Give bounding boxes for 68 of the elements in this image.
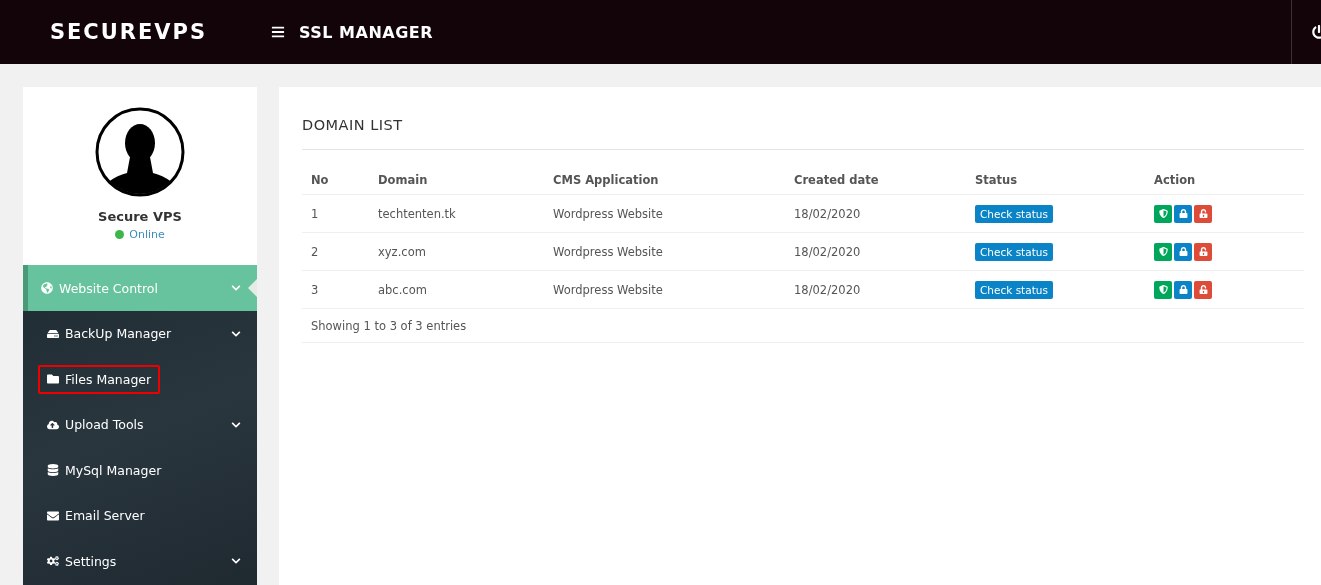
- column-header: No: [310, 173, 330, 187]
- folder-icon: [47, 373, 59, 386]
- status-text: Online: [129, 228, 165, 241]
- table-cell-text: techtenten.tk: [377, 206, 457, 221]
- check-status-button[interactable]: Check status: [975, 242, 1053, 261]
- active-pointer: [248, 279, 257, 297]
- table-cell-text: 3: [310, 282, 320, 297]
- sidebar-item[interactable]: BackUp Manager: [23, 311, 257, 357]
- sidebar-text: Upload Tools: [65, 417, 144, 433]
- gears-icon: [47, 555, 59, 568]
- shield-button[interactable]: [1154, 204, 1172, 223]
- table-cell-text: 1: [310, 206, 320, 221]
- column-header: Created date: [793, 173, 880, 187]
- table-cell-text: xyz.com: [377, 244, 427, 259]
- sidebar-text: Files Manager: [65, 371, 152, 387]
- table-cell-text: Wordpress Website: [552, 244, 664, 259]
- sidebar-item[interactable]: Files Manager: [23, 356, 257, 402]
- panel-title: DOMAIN LIST: [302, 117, 1304, 150]
- sidebar-item[interactable]: Settings: [23, 538, 257, 584]
- shield-icon: [1158, 285, 1168, 294]
- unlock-button[interactable]: [1194, 204, 1212, 223]
- sidebar-text: Website Control: [59, 280, 158, 296]
- sidebar-item[interactable]: Email Server: [23, 493, 257, 539]
- cloud-upload-icon: [47, 418, 59, 431]
- unlock-button[interactable]: [1194, 280, 1212, 299]
- unlock-icon: [1198, 285, 1208, 294]
- lock-icon: [1178, 285, 1188, 294]
- brand-logo: SECUREVPS: [0, 20, 257, 44]
- table-cell-text: 18/02/2020: [793, 244, 862, 259]
- unlock-icon: [1198, 209, 1208, 218]
- column-header: CMS Application: [552, 173, 660, 187]
- unlock-icon: [1198, 247, 1208, 256]
- table-cell-text: abc.com: [377, 282, 428, 297]
- shield-button[interactable]: [1154, 280, 1172, 299]
- column-header: Action: [1153, 173, 1197, 187]
- column-header: Status: [974, 173, 1019, 187]
- table-cell-text: Wordpress Website: [552, 282, 664, 297]
- shield-icon: [1158, 247, 1168, 256]
- lock-icon: [1178, 247, 1188, 256]
- column-header: Domain: [377, 173, 429, 187]
- table-cell-text: 2: [310, 244, 320, 259]
- table-cell-text: 18/02/2020: [793, 206, 862, 221]
- shield-icon: [1158, 209, 1168, 218]
- unlock-button[interactable]: [1194, 242, 1212, 261]
- lock-icon: [1178, 209, 1188, 218]
- sidebar-text: Email Server: [65, 508, 145, 524]
- globe-icon: [41, 282, 53, 294]
- shield-button[interactable]: [1154, 242, 1172, 261]
- profile-name: Secure VPS: [98, 209, 182, 224]
- envelope-icon: [47, 509, 59, 522]
- database-icon: [47, 464, 59, 477]
- drive-icon: [47, 327, 59, 340]
- sidebar-item[interactable]: MySql Manager: [23, 447, 257, 493]
- avatar-icon: [95, 107, 185, 197]
- sidebar-text: MySql Manager: [65, 462, 162, 478]
- sidebar-text: BackUp Manager: [65, 326, 172, 342]
- page-title: SSL MANAGER: [299, 22, 434, 42]
- lock-button[interactable]: [1174, 242, 1192, 261]
- sidebar-text: Settings: [65, 553, 117, 569]
- table-cell-text: Wordpress Website: [552, 206, 664, 221]
- menu-icon[interactable]: [271, 25, 285, 39]
- lock-button[interactable]: [1174, 204, 1192, 223]
- sidebar-item[interactable]: Upload Tools: [23, 402, 257, 448]
- table-cell-text: 18/02/2020: [793, 282, 862, 297]
- entries-info: Showing 1 to 3 of 3 entries: [302, 309, 1304, 343]
- lock-button[interactable]: [1174, 280, 1192, 299]
- check-status-button[interactable]: Check status: [975, 204, 1053, 223]
- check-status-button[interactable]: Check status: [975, 280, 1053, 299]
